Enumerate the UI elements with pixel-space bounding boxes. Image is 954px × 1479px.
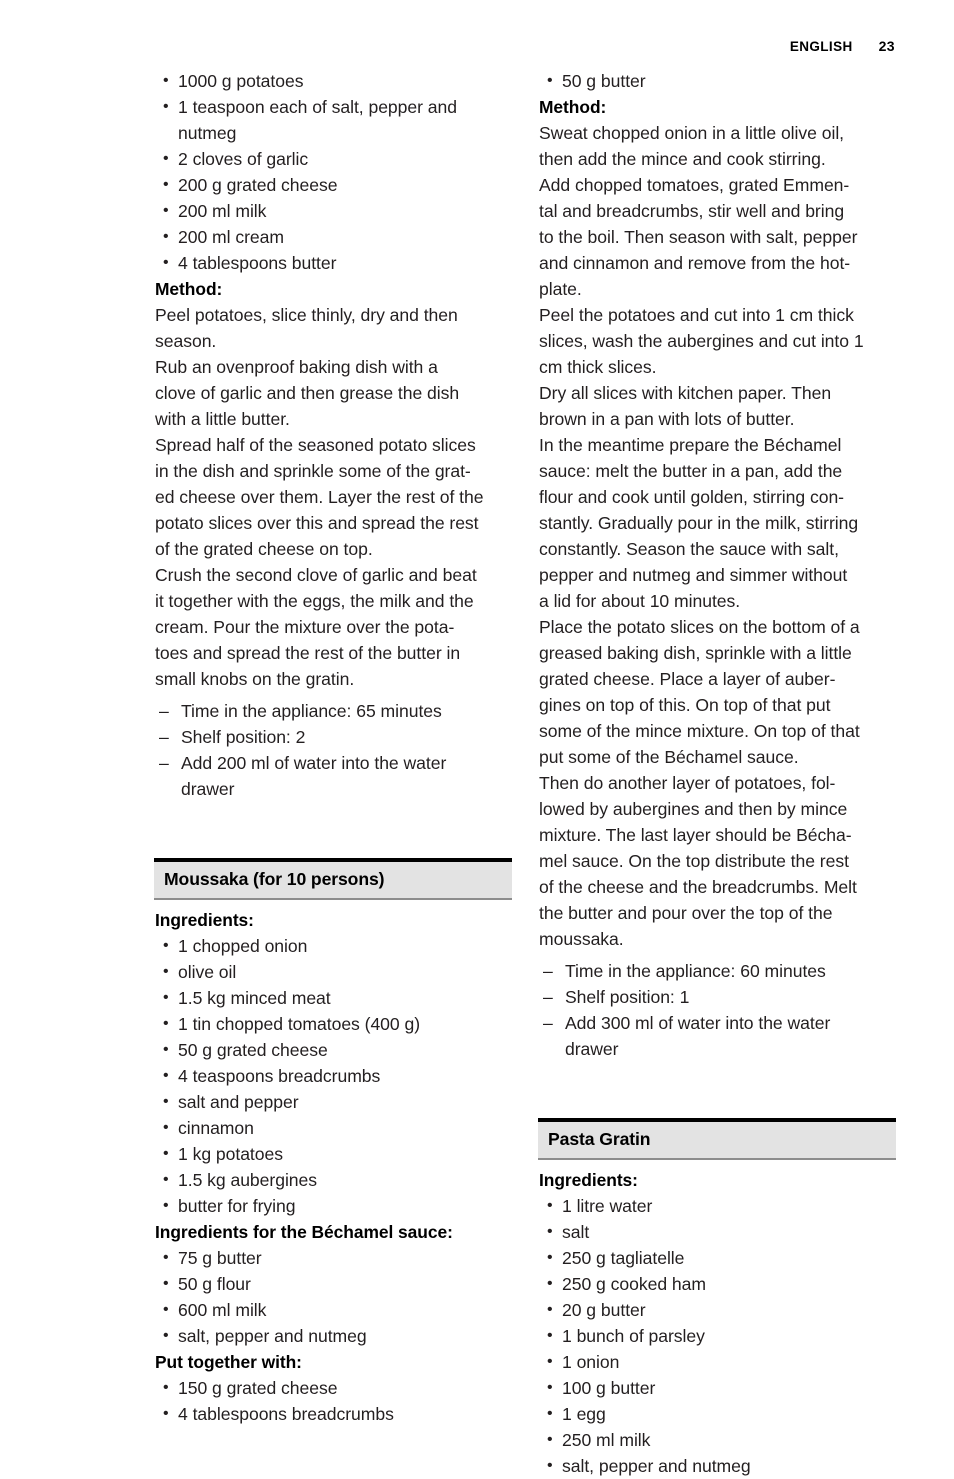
put-together-ingredient-list: 150 g grated cheese 4 tablespoons breadc… — [155, 1375, 512, 1427]
list-item: butter for frying — [155, 1193, 512, 1219]
list-item: 1 bunch of parsley — [539, 1323, 896, 1349]
list-item: Add 200 ml of water into the water drawe… — [155, 750, 512, 802]
document-page: ENGLISH 23 1000 g potatoes 1 teaspoon ea… — [0, 0, 954, 1479]
right-column: 50 g butter Method: Sweat chopped onion … — [538, 68, 896, 1479]
list-item: 1.5 kg minced meat — [155, 985, 512, 1011]
list-item: 200 g grated cheese — [155, 172, 512, 198]
list-item: 200 ml milk — [155, 198, 512, 224]
recipe-title: Moussaka (for 10 persons) — [164, 869, 385, 889]
list-item: 4 tablespoons breadcrumbs — [155, 1401, 512, 1427]
list-item: 50 g butter — [539, 68, 896, 94]
potato-gratin-ingredient-list: 1000 g potatoes 1 teaspoon each of salt,… — [155, 68, 512, 276]
method-label: Method: — [155, 279, 223, 299]
list-item: 1 litre water — [539, 1193, 896, 1219]
list-item: Time in the appliance: 65 minutes — [155, 698, 512, 724]
list-item: 75 g butter — [155, 1245, 512, 1271]
list-item: salt — [539, 1219, 896, 1245]
left-column: 1000 g potatoes 1 teaspoon each of salt,… — [154, 68, 512, 1479]
list-item: 1 tin chopped tomatoes (400 g) — [155, 1011, 512, 1037]
list-item: 1 kg potatoes — [155, 1141, 512, 1167]
header-language-label: ENGLISH — [789, 39, 853, 54]
recipe-title: Pasta Gratin — [548, 1129, 651, 1149]
method-label: Method: — [539, 97, 607, 117]
list-item: Time in the appliance: 60 minutes — [539, 958, 896, 984]
list-item: 250 g tagliatelle — [539, 1245, 896, 1271]
page-number: 23 — [878, 38, 895, 54]
list-item: 4 teaspoons breadcrumbs — [155, 1063, 512, 1089]
list-item: Shelf position: 1 — [539, 984, 896, 1010]
recipe-heading-pasta-gratin: Pasta Gratin — [538, 1118, 896, 1160]
list-item: 1000 g potatoes — [155, 68, 512, 94]
list-item: salt and pepper — [155, 1089, 512, 1115]
method-text: Sweat chopped onion in a little olive oi… — [539, 123, 864, 949]
list-item: 50 g grated cheese — [155, 1037, 512, 1063]
bechamel-ingredient-list: 75 g butter 50 g flour 600 ml milk salt,… — [155, 1245, 512, 1349]
recipe-heading-moussaka: Moussaka (for 10 persons) — [154, 858, 512, 900]
list-item: olive oil — [155, 959, 512, 985]
list-item: 20 g butter — [539, 1297, 896, 1323]
appliance-settings-list: Time in the appliance: 60 minutes Shelf … — [539, 958, 896, 1062]
list-item: 600 ml milk — [155, 1297, 512, 1323]
appliance-settings-list: Time in the appliance: 65 minutes Shelf … — [155, 698, 512, 802]
continued-ingredient-list: 50 g butter — [539, 68, 896, 94]
put-together-label: Put together with: — [155, 1352, 302, 1372]
bechamel-ingredients-label: Ingredients for the Béchamel sauce: — [155, 1222, 453, 1242]
list-item: 1 egg — [539, 1401, 896, 1427]
list-item: salt, pepper and nutmeg — [155, 1323, 512, 1349]
list-item: 1 teaspoon each of salt, pepper and nutm… — [155, 94, 512, 146]
list-item: 50 g flour — [155, 1271, 512, 1297]
list-item: Add 300 ml of water into the water drawe… — [539, 1010, 896, 1062]
list-item: 250 g cooked ham — [539, 1271, 896, 1297]
ingredients-label: Ingredients: — [539, 1170, 638, 1190]
list-item: 150 g grated cheese — [155, 1375, 512, 1401]
list-item: 100 g butter — [539, 1375, 896, 1401]
list-item: 2 cloves of garlic — [155, 146, 512, 172]
list-item: 1 onion — [539, 1349, 896, 1375]
moussaka-ingredient-list: 1 chopped onion olive oil 1.5 kg minced … — [155, 933, 512, 1219]
list-item: 1 chopped onion — [155, 933, 512, 959]
list-item: Shelf position: 2 — [155, 724, 512, 750]
ingredients-label: Ingredients: — [155, 910, 254, 930]
list-item: 1.5 kg aubergines — [155, 1167, 512, 1193]
pasta-gratin-ingredient-list: 1 litre water salt 250 g tagliatelle 250… — [539, 1193, 896, 1479]
two-column-body: 1000 g potatoes 1 teaspoon each of salt,… — [154, 68, 899, 1479]
list-item: 200 ml cream — [155, 224, 512, 250]
running-header: ENGLISH 23 — [790, 38, 895, 54]
list-item: 4 tablespoons butter — [155, 250, 512, 276]
list-item: cinnamon — [155, 1115, 512, 1141]
list-item: salt, pepper and nutmeg — [539, 1453, 896, 1479]
method-text: Peel potatoes, slice thinly, dry and the… — [155, 305, 484, 689]
list-item: 250 ml milk — [539, 1427, 896, 1453]
